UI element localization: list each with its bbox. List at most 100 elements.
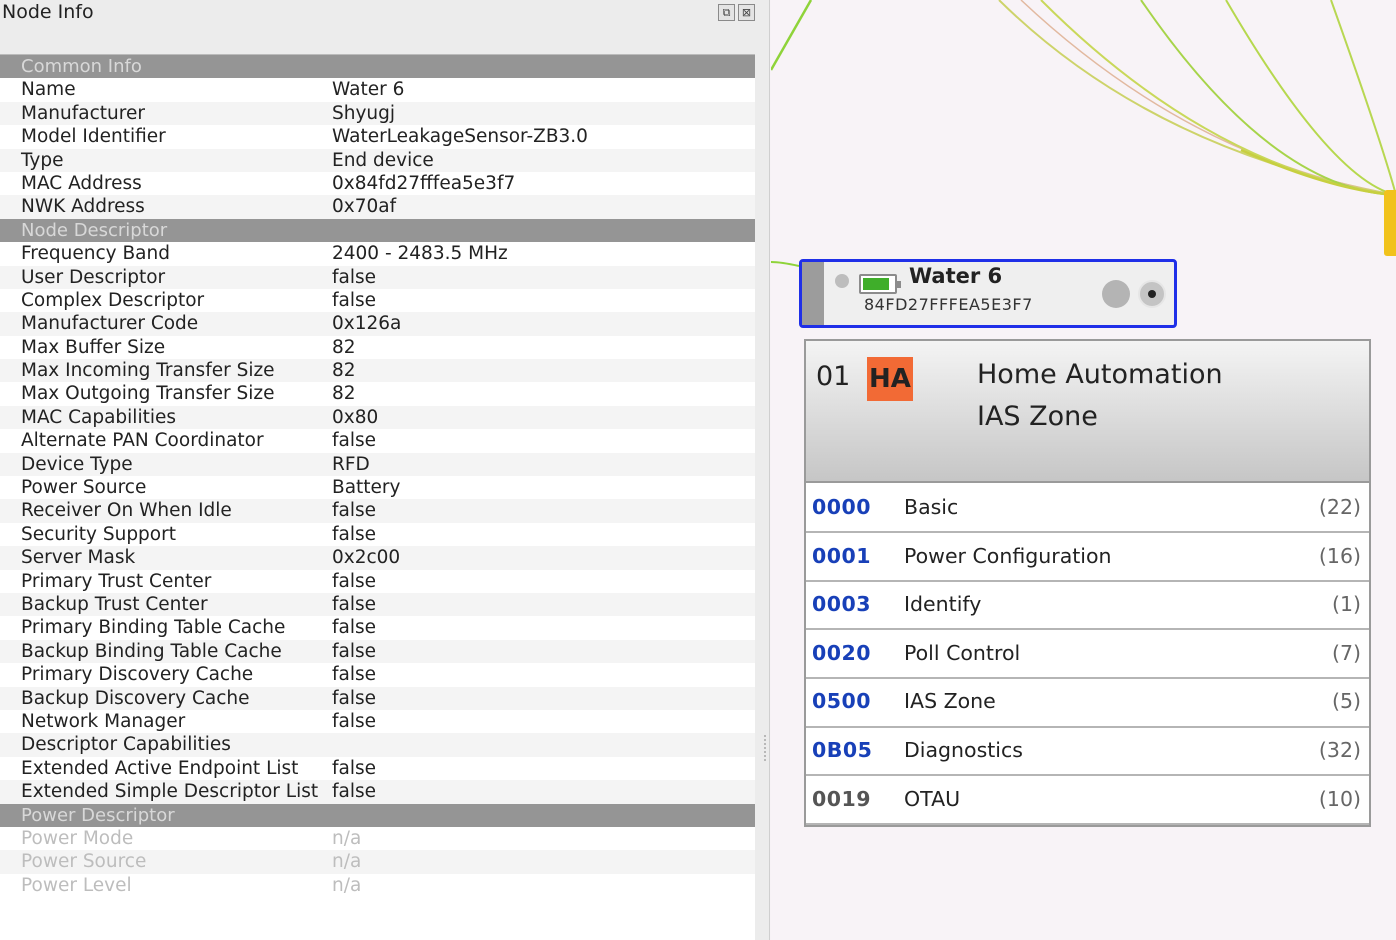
info-key: Primary Discovery Cache [21, 664, 254, 686]
cluster-row[interactable]: 0020 Poll Control (7) [806, 631, 1369, 680]
info-key: Receiver On When Idle [21, 500, 232, 522]
cluster-name: Basic [904, 495, 959, 519]
info-value: false [332, 289, 377, 311]
info-value: false [332, 523, 377, 545]
battery-level [863, 278, 889, 290]
cluster-name: Diagnostics [904, 738, 1023, 762]
info-value: RFD [332, 453, 370, 475]
info-row[interactable]: Primary Discovery Cache false [0, 663, 755, 686]
endpoint-header[interactable]: 01 HA Home Automation IAS Zone [806, 341, 1369, 483]
link-line [1240, 148, 1396, 197]
info-value: 0x80 [332, 406, 379, 428]
info-key: MAC Capabilities [21, 406, 177, 428]
info-key: Security Support [21, 523, 176, 545]
info-row[interactable]: Server Mask 0x2c00 [0, 546, 755, 570]
info-key: Primary Binding Table Cache [21, 617, 286, 639]
neighbor-node-edge[interactable] [1384, 190, 1396, 256]
info-key: Server Mask [21, 547, 136, 569]
cluster-row[interactable]: 0019 OTAU (10) [806, 777, 1369, 825]
info-key: Manufacturer [21, 102, 145, 124]
info-row[interactable]: MAC Address 0x84fd27fffea5e3f7 [0, 172, 755, 195]
info-row[interactable]: Frequency Band 2400 - 2483.5 MHz [0, 242, 755, 265]
info-row[interactable]: Alternate PAN Coordinator false [0, 429, 755, 452]
info-row[interactable]: Power Source n/a [0, 850, 755, 874]
cluster-id: 0000 [812, 495, 872, 519]
battery-tip [897, 281, 901, 288]
endpoint-card[interactable]: 01 HA Home Automation IAS Zone 0000 Basic… [804, 339, 1371, 827]
cluster-attribute-count: (7) [1331, 640, 1361, 665]
info-value: Battery [332, 477, 401, 499]
section-header[interactable]: Node Descriptor [0, 218, 755, 243]
section-rows: Frequency Band 2400 - 2483.5 MHz User Desc… [0, 242, 755, 804]
section-header[interactable]: Common Info [0, 55, 755, 79]
battery-icon [859, 274, 901, 294]
info-key: Model Identifier [21, 126, 166, 148]
node-button-right[interactable] [1138, 280, 1166, 308]
info-key: Frequency Band [21, 243, 170, 265]
info-value: 82 [332, 360, 356, 382]
link-line [1020, 0, 1396, 196]
splitter-handle[interactable] [764, 735, 766, 761]
cluster-row[interactable]: 0B05 Diagnostics (32) [806, 728, 1369, 777]
info-key: Primary Trust Center [21, 570, 212, 592]
info-row[interactable]: Backup Binding Table Cache false [0, 639, 755, 664]
info-row[interactable]: MAC Capabilities 0x80 [0, 405, 755, 430]
info-row[interactable]: Receiver On When Idle false [0, 499, 755, 523]
node-header-card[interactable]: Water 6 84FD27FFFEA5E3F7 [799, 259, 1177, 328]
info-value: false [332, 617, 377, 639]
info-row[interactable]: Power Source Battery [0, 476, 755, 499]
info-row[interactable]: Max Incoming Transfer Size 82 [0, 359, 755, 383]
node-button-left[interactable] [1102, 280, 1130, 308]
info-row[interactable]: Name Water 6 [0, 78, 755, 101]
cluster-id: 0003 [812, 592, 872, 617]
node-info-table[interactable]: Common Info Name Water 6 Manufacturer Shyugj… [0, 54, 755, 940]
info-key: Device Type [21, 453, 133, 475]
info-row[interactable]: Device Type RFD [0, 452, 755, 477]
node-graph-view[interactable]: Water 6 84FD27FFFEA5E3F7 01 HA Home Auto… [771, 0, 1396, 940]
info-row[interactable]: Manufacturer Shyugj [0, 101, 755, 126]
info-row[interactable]: User Descriptor false [0, 265, 755, 289]
info-row[interactable]: Model Identifier WaterLeakageSensor-ZB3.0 [0, 125, 755, 148]
info-row[interactable]: Manufacturer Code 0x126a [0, 312, 755, 336]
info-row[interactable]: Extended Active Endpoint List false [0, 757, 755, 780]
info-row[interactable]: Max Buffer Size 82 [0, 336, 755, 359]
info-row[interactable]: Primary Trust Center false [0, 570, 755, 593]
node-status-led [835, 274, 849, 288]
info-key: Type [21, 149, 64, 171]
cluster-name: Identify [904, 592, 982, 617]
info-row[interactable]: Extended Simple Descriptor List false [0, 780, 755, 804]
info-row[interactable]: Type End device [0, 148, 755, 172]
info-value: 2400 - 2483.5 MHz [332, 243, 508, 265]
info-row[interactable]: Power Level n/a [0, 874, 755, 897]
cluster-row[interactable]: 0001 Power Configuration (16) [806, 534, 1369, 582]
close-panel-icon[interactable]: ⊠ [738, 4, 755, 21]
info-key: Power Mode [21, 827, 134, 849]
cluster-attribute-count: (1) [1331, 592, 1361, 617]
info-row[interactable]: Primary Binding Table Cache false [0, 616, 755, 639]
info-value: false [332, 664, 377, 686]
info-row[interactable]: Descriptor Capabilities [0, 733, 755, 757]
info-value: 82 [332, 336, 356, 358]
info-row[interactable]: Power Mode n/a [0, 827, 755, 850]
info-row[interactable]: Complex Descriptor false [0, 289, 755, 312]
info-row[interactable]: Security Support false [0, 523, 755, 546]
float-panel-icon[interactable]: ⧉ [718, 4, 735, 21]
info-row[interactable]: Backup Discovery Cache false [0, 686, 755, 710]
info-row[interactable]: Network Manager false [0, 710, 755, 733]
panel-title: Node Info [2, 1, 94, 23]
info-key: Max Incoming Transfer Size [21, 360, 275, 382]
info-value: n/a [332, 874, 362, 896]
cluster-row[interactable]: 0500 IAS Zone (5) [806, 679, 1369, 728]
info-value: 0x126a [332, 313, 402, 335]
cluster-row[interactable]: 0000 Basic (22) [806, 485, 1369, 534]
info-value: false [332, 593, 377, 615]
section-header[interactable]: Power Descriptor [0, 803, 755, 827]
endpoint-id: 01 [816, 361, 851, 392]
info-row[interactable]: Backup Trust Center false [0, 592, 755, 617]
link-line [771, 0, 813, 71]
info-row[interactable]: NWK Address 0x70af [0, 195, 755, 219]
info-value: false [332, 640, 377, 662]
info-key: Backup Binding Table Cache [21, 640, 282, 662]
info-row[interactable]: Max Outgoing Transfer Size 82 [0, 382, 755, 405]
cluster-row[interactable]: 0003 Identify (1) [806, 582, 1369, 631]
